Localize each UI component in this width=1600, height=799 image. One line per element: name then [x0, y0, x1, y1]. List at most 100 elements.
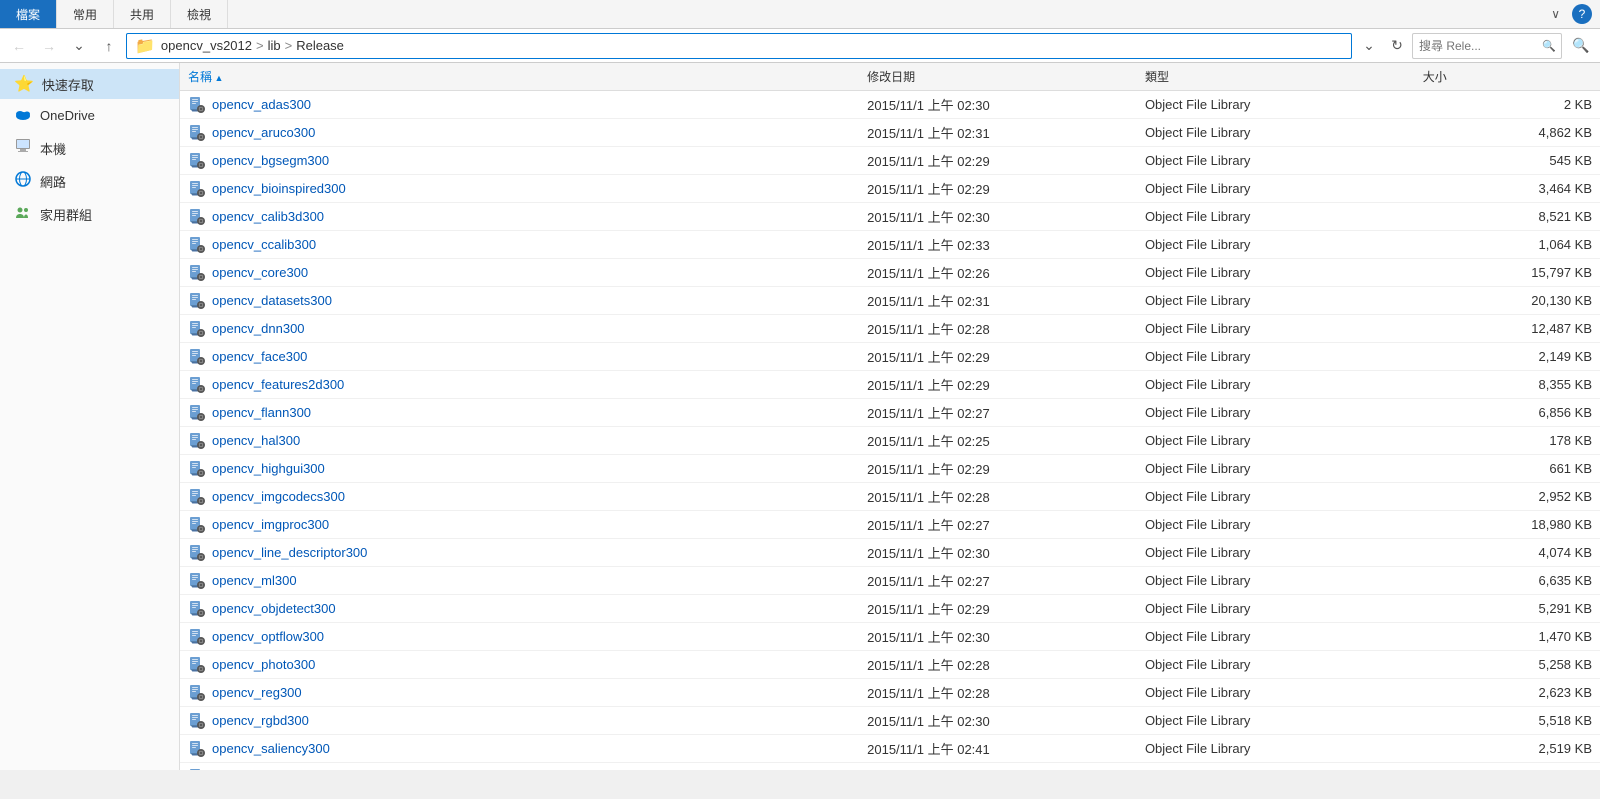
- file-type: Object File Library: [1137, 147, 1415, 175]
- table-row[interactable]: opencv_objdetect300 2015/11/1 上午 02:29Ob…: [180, 595, 1600, 623]
- address-dropdown-button[interactable]: ⌄: [1356, 33, 1382, 59]
- search-input[interactable]: [1412, 33, 1562, 59]
- sidebar-label-thispc: 本機: [40, 139, 66, 158]
- col-header-type[interactable]: 類型: [1137, 63, 1415, 91]
- sidebar-item-thispc[interactable]: 本機: [0, 132, 179, 165]
- cloud-icon: [14, 104, 32, 127]
- tab-share[interactable]: 共用: [114, 0, 171, 28]
- col-header-size[interactable]: 大小: [1415, 63, 1600, 91]
- file-list-body: opencv_adas300 2015/11/1 上午 02:30Object …: [180, 91, 1600, 771]
- file-date: 2015/11/1 上午 02:30: [859, 707, 1137, 735]
- file-name-cell: opencv_optflow300: [188, 628, 851, 646]
- file-size: 12,487 KB: [1415, 315, 1600, 343]
- refresh-button[interactable]: ↻: [1384, 33, 1410, 59]
- lib-file-icon: [188, 600, 206, 618]
- help-button[interactable]: ?: [1572, 4, 1592, 24]
- file-name-label: opencv_aruco300: [212, 125, 315, 140]
- table-row[interactable]: opencv_datasets300 2015/11/1 上午 02:31Obj…: [180, 287, 1600, 315]
- path-segment-0[interactable]: opencv_vs2012: [161, 38, 252, 53]
- file-size: 2,519 KB: [1415, 735, 1600, 763]
- tab-view[interactable]: 檢視: [171, 0, 228, 28]
- table-row[interactable]: opencv_highgui300 2015/11/1 上午 02:29Obje…: [180, 455, 1600, 483]
- tab-home[interactable]: 常用: [57, 0, 114, 28]
- col-header-name[interactable]: 名稱: [180, 63, 859, 91]
- table-row[interactable]: opencv_ml300 2015/11/1 上午 02:27Object Fi…: [180, 567, 1600, 595]
- file-type: Object File Library: [1137, 259, 1415, 287]
- path-segment-1[interactable]: lib: [268, 38, 281, 53]
- file-size: 661 KB: [1415, 455, 1600, 483]
- file-name-label: opencv_optflow300: [212, 629, 324, 644]
- table-row[interactable]: opencv_face300 2015/11/1 上午 02:29Object …: [180, 343, 1600, 371]
- path-sep-0: >: [256, 38, 264, 53]
- file-name-label: opencv_imgcodecs300: [212, 489, 345, 504]
- file-name-cell: opencv_face300: [188, 348, 851, 366]
- file-name-cell: opencv_rgbd300: [188, 712, 851, 730]
- file-name-cell: opencv_bgsegm300: [188, 152, 851, 170]
- table-row[interactable]: opencv_shape300 2015/11/1 上午 02:28Object…: [180, 763, 1600, 771]
- table-row[interactable]: opencv_rgbd300 2015/11/1 上午 02:30Object …: [180, 707, 1600, 735]
- table-row[interactable]: opencv_optflow300 2015/11/1 上午 02:30Obje…: [180, 623, 1600, 651]
- file-size: 2,149 KB: [1415, 343, 1600, 371]
- address-path[interactable]: 📁 opencv_vs2012 > lib > Release: [126, 33, 1352, 59]
- forward-button[interactable]: →: [36, 33, 62, 59]
- table-row[interactable]: opencv_adas300 2015/11/1 上午 02:30Object …: [180, 91, 1600, 119]
- file-name-label: opencv_calib3d300: [212, 209, 324, 224]
- address-bar: ← → ⌄ ↑ 📁 opencv_vs2012 > lib > Release …: [0, 29, 1600, 63]
- sidebar-item-network[interactable]: 網路: [0, 165, 179, 198]
- back-button[interactable]: ←: [6, 33, 32, 59]
- file-size: 15,797 KB: [1415, 259, 1600, 287]
- file-content[interactable]: 名稱 修改日期 類型 大小: [180, 63, 1600, 770]
- tab-files[interactable]: 檔案: [0, 0, 57, 28]
- ribbon-collapse-chevron[interactable]: ∨: [1543, 3, 1568, 25]
- table-row[interactable]: opencv_imgcodecs300 2015/11/1 上午 02:28Ob…: [180, 483, 1600, 511]
- table-row[interactable]: opencv_photo300 2015/11/1 上午 02:28Object…: [180, 651, 1600, 679]
- table-row[interactable]: opencv_bgsegm300 2015/11/1 上午 02:29Objec…: [180, 147, 1600, 175]
- file-name-label: opencv_line_descriptor300: [212, 545, 367, 560]
- lib-file-icon: [188, 264, 206, 282]
- table-row[interactable]: opencv_reg300 2015/11/1 上午 02:28Object F…: [180, 679, 1600, 707]
- table-row[interactable]: opencv_saliency300 2015/11/1 上午 02:41Obj…: [180, 735, 1600, 763]
- dropdown-button[interactable]: ⌄: [66, 33, 92, 59]
- star-icon: ⭐: [14, 74, 34, 94]
- file-name-cell: opencv_flann300: [188, 404, 851, 422]
- file-name-label: opencv_rgbd300: [212, 713, 309, 728]
- up-button[interactable]: ↑: [96, 33, 122, 59]
- file-type: Object File Library: [1137, 455, 1415, 483]
- file-name-label: opencv_dnn300: [212, 321, 305, 336]
- sidebar-item-onedrive[interactable]: OneDrive: [0, 99, 179, 132]
- lib-file-icon: [188, 740, 206, 758]
- table-row[interactable]: opencv_ccalib300 2015/11/1 上午 02:33Objec…: [180, 231, 1600, 259]
- table-row[interactable]: opencv_core300 2015/11/1 上午 02:26Object …: [180, 259, 1600, 287]
- table-row[interactable]: opencv_line_descriptor300 2015/11/1 上午 0…: [180, 539, 1600, 567]
- file-type: Object File Library: [1137, 371, 1415, 399]
- file-size: 8,521 KB: [1415, 203, 1600, 231]
- file-date: 2015/11/1 上午 02:29: [859, 455, 1137, 483]
- lib-file-icon: [188, 544, 206, 562]
- lib-file-icon: [188, 712, 206, 730]
- file-size: 8,355 KB: [1415, 371, 1600, 399]
- table-row[interactable]: opencv_bioinspired300 2015/11/1 上午 02:29…: [180, 175, 1600, 203]
- file-size: 18,980 KB: [1415, 511, 1600, 539]
- sidebar-item-homegroup[interactable]: 家用群組: [0, 198, 179, 231]
- table-row[interactable]: opencv_dnn300 2015/11/1 上午 02:28Object F…: [180, 315, 1600, 343]
- table-row[interactable]: opencv_features2d300 2015/11/1 上午 02:29O…: [180, 371, 1600, 399]
- main-layout: ⭐ 快速存取 OneDrive 本機 網路 家用群組: [0, 63, 1600, 770]
- lib-file-icon: [188, 460, 206, 478]
- table-row[interactable]: opencv_aruco300 2015/11/1 上午 02:31Object…: [180, 119, 1600, 147]
- file-name-label: opencv_core300: [212, 265, 308, 280]
- table-row[interactable]: opencv_calib3d300 2015/11/1 上午 02:30Obje…: [180, 203, 1600, 231]
- file-type: Object File Library: [1137, 399, 1415, 427]
- file-name-cell: opencv_imgproc300: [188, 516, 851, 534]
- file-type: Object File Library: [1137, 483, 1415, 511]
- col-header-date[interactable]: 修改日期: [859, 63, 1137, 91]
- table-row[interactable]: opencv_hal300 2015/11/1 上午 02:25Object F…: [180, 427, 1600, 455]
- lib-file-icon: [188, 376, 206, 394]
- file-name-cell: opencv_reg300: [188, 684, 851, 702]
- lib-file-icon: [188, 656, 206, 674]
- lib-file-icon: [188, 208, 206, 226]
- table-row[interactable]: opencv_imgproc300 2015/11/1 上午 02:27Obje…: [180, 511, 1600, 539]
- search-button[interactable]: 🔍: [1568, 33, 1594, 59]
- path-segment-2[interactable]: Release: [296, 38, 344, 53]
- sidebar-item-quickaccess[interactable]: ⭐ 快速存取: [0, 69, 179, 99]
- table-row[interactable]: opencv_flann300 2015/11/1 上午 02:27Object…: [180, 399, 1600, 427]
